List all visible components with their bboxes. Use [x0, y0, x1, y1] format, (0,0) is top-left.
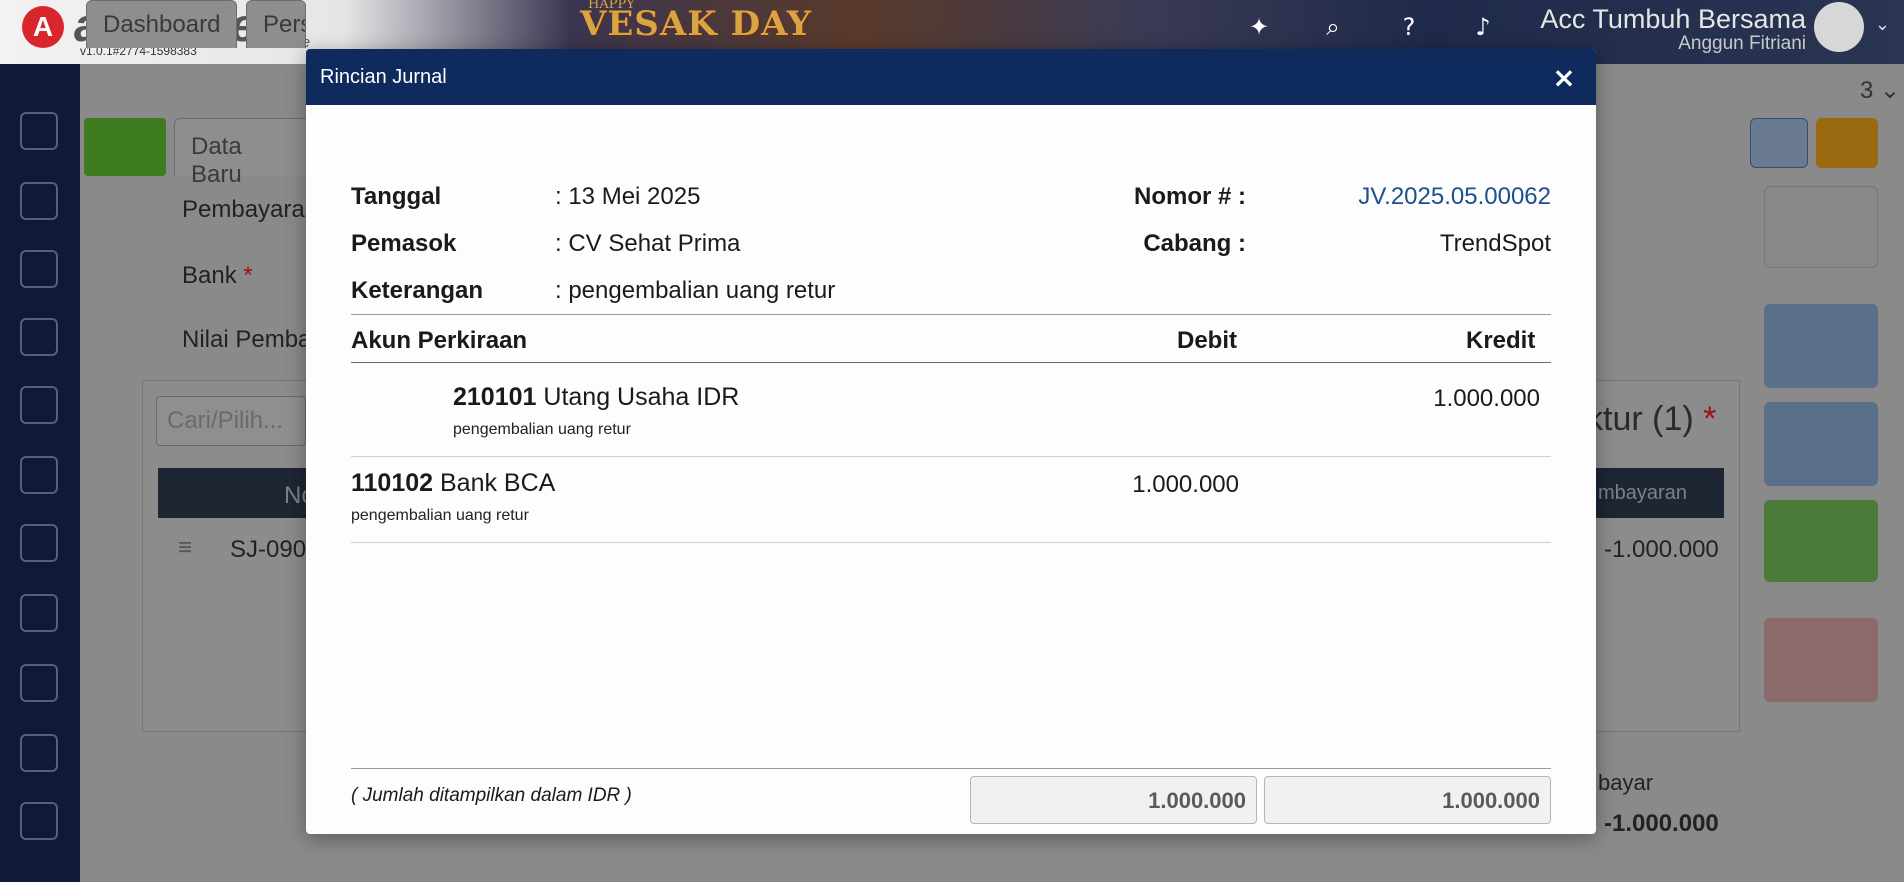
money-bag-icon[interactable]	[20, 456, 58, 494]
bayar-label: bayar	[1598, 770, 1654, 795]
attachment-button[interactable]	[1764, 402, 1878, 486]
lightbulb-button[interactable]	[1816, 118, 1878, 168]
bank-label: Bank *	[182, 262, 253, 289]
factory-icon[interactable]	[20, 664, 58, 702]
bell-icon[interactable]: ♪	[1468, 12, 1498, 42]
tanggal-label: Tanggal	[351, 183, 442, 210]
cashier-icon[interactable]	[20, 182, 58, 220]
keterangan-row: Keterangan : pengembalian uang retur	[351, 277, 1551, 317]
total-kredit-field: 1.000.000	[1264, 776, 1551, 824]
row-amount: -1.000.000	[1604, 536, 1719, 563]
col-pembayaran: mbayaran	[1598, 482, 1687, 504]
modal-body: Tanggal : 13 Mei 2025 Nomor # : JV.2025.…	[351, 105, 1551, 834]
document-button[interactable]	[1764, 304, 1878, 388]
drag-handle-icon[interactable]: ≡	[178, 534, 192, 562]
divider	[351, 314, 1551, 315]
col-akun-perkiraan: Akun Perkiraan	[351, 327, 528, 354]
sidebar	[0, 64, 80, 882]
close-icon[interactable]: ×	[1546, 59, 1582, 95]
bayar-value: -1.000.000	[1604, 810, 1719, 837]
rincian-jurnal-modal: Rincian Jurnal × Tanggal : 13 Mei 2025 N…	[306, 49, 1596, 834]
kredit-value: 1.000.000	[1433, 385, 1540, 412]
tab-dashboard[interactable]: Dashboard	[86, 0, 238, 48]
avatar[interactable]	[1814, 2, 1864, 52]
pemasok-row: Pemasok : CV Sehat Prima Cabang : TrendS…	[351, 230, 1551, 270]
settings-button[interactable]	[1750, 118, 1808, 168]
account-name: 210101 Utang Usaha IDR	[453, 383, 740, 411]
pemasok-label: Pemasok	[351, 230, 457, 257]
more-button[interactable]	[1764, 500, 1878, 582]
currency-note: ( Jumlah ditampilkan dalam IDR )	[351, 785, 632, 806]
account-note: pengembalian uang retur	[453, 421, 631, 438]
cabang-value: TrendSpot	[1439, 230, 1551, 257]
ai-icon[interactable]: ✦	[1244, 12, 1274, 42]
search-icon[interactable]: ⌕	[1318, 12, 1348, 42]
nilai-label: Nilai Pemba	[182, 326, 312, 353]
vesak-banner: VESAK DAY	[580, 4, 813, 44]
tax-icon[interactable]	[20, 734, 58, 772]
search-input[interactable]: Cari/Pilih...	[156, 396, 306, 446]
col-kredit: Kredit	[1466, 327, 1536, 354]
keterangan-label: Keterangan	[351, 277, 484, 304]
col-debit: Debit	[1177, 327, 1237, 354]
pembayaran-label: Pembayaran	[182, 196, 319, 223]
row-divider	[351, 456, 1551, 457]
faktur-label: ktur (1) *	[1586, 400, 1717, 438]
settings-icon[interactable]	[20, 112, 58, 150]
save-button[interactable]	[1764, 186, 1878, 268]
company-name: Acc Tumbuh Bersama	[1540, 4, 1806, 34]
tanggal-value: : 13 Mei 2025	[555, 183, 701, 210]
account-name: 110102 Bank BCA	[351, 469, 556, 497]
pemasok-value: : CV Sehat Prima	[555, 230, 741, 257]
keterangan-value: : pengembalian uang retur	[555, 277, 836, 304]
debit-value: 1.000.000	[1132, 471, 1239, 498]
row-divider	[351, 542, 1551, 543]
list-button[interactable]	[84, 118, 166, 176]
cabang-label: Cabang :	[1143, 230, 1246, 257]
tab-data-baru[interactable]: Data Baru	[174, 118, 314, 188]
report-icon[interactable]	[20, 802, 58, 840]
footer-divider	[351, 768, 1551, 769]
divider	[351, 362, 1551, 363]
book-icon[interactable]	[20, 318, 58, 356]
delivery-icon[interactable]	[20, 594, 58, 632]
tanggal-row: Tanggal : 13 Mei 2025 Nomor # : JV.2025.…	[351, 183, 1551, 223]
bank-icon[interactable]	[20, 386, 58, 424]
total-debit-field: 1.000.000	[970, 776, 1257, 824]
delete-button[interactable]	[1764, 618, 1878, 702]
nomor-label: Nomor # :	[1133, 183, 1246, 210]
modal-title: Rincian Jurnal	[320, 65, 447, 88]
tab-pers[interactable]: Pers	[246, 0, 306, 48]
company-info[interactable]: Acc Tumbuh Bersama Anggun Fitriani	[1540, 4, 1806, 55]
help-icon[interactable]: ?	[1394, 12, 1424, 42]
cart-icon[interactable]	[20, 524, 58, 562]
account-note: pengembalian uang retur	[351, 507, 529, 524]
tab-count[interactable]: 3 ⌄	[1860, 76, 1900, 105]
accurate-logo-icon: A	[22, 6, 64, 48]
chevron-down-icon[interactable]: ⌄	[1875, 14, 1890, 35]
modal-header: Rincian Jurnal ×	[306, 49, 1596, 105]
nomor-value[interactable]: JV.2025.05.00062	[1358, 183, 1551, 211]
building-icon[interactable]	[20, 250, 58, 288]
